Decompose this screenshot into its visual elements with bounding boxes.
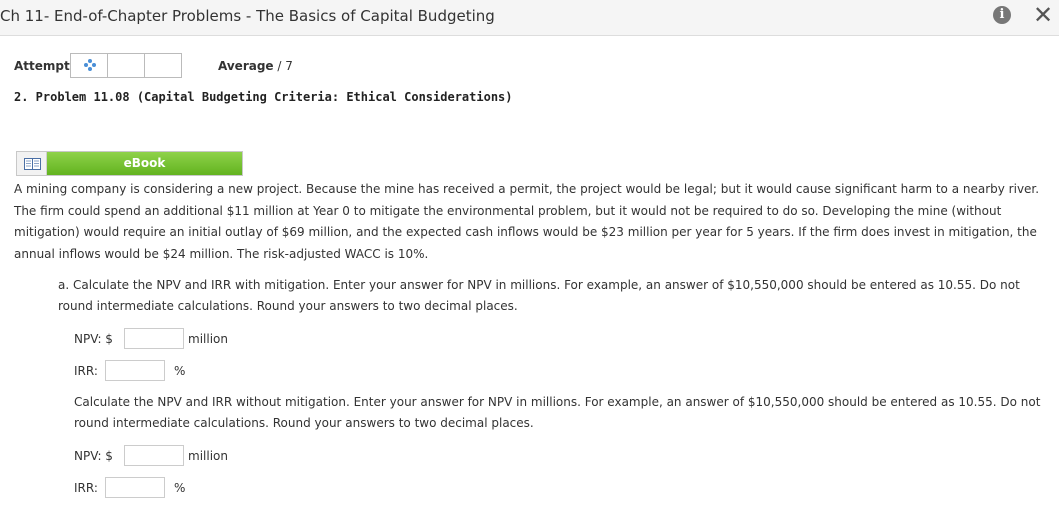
npv-with-mitigation-input[interactable] (124, 328, 184, 349)
npv-label: NPV: $ (74, 332, 113, 346)
irr-with-mitigation-input[interactable] (105, 360, 165, 381)
attempts-label: Attempts (14, 59, 77, 73)
part-b-irr-row: IRR: % (74, 477, 374, 499)
part-a-instructions: a. Calculate the NPV and IRR with mitiga… (58, 275, 1048, 317)
npv-label: NPV: $ (74, 449, 113, 463)
title-bar: Ch 11- End-of-Chapter Problems - The Bas… (0, 0, 1059, 36)
attempts-boxes (70, 53, 182, 78)
ebook-button[interactable]: eBook (16, 151, 243, 176)
assignment-title: Ch 11- End-of-Chapter Problems - The Bas… (0, 7, 495, 25)
part-a-irr-row: IRR: % (74, 360, 374, 382)
problem-title: 2. Problem 11.08 (Capital Budgeting Crit… (14, 90, 513, 104)
attempt-box-2 (107, 53, 145, 78)
npv-without-mitigation-input[interactable] (124, 445, 184, 466)
part-a-text: Calculate the NPV and IRR with mitigatio… (58, 278, 1020, 313)
part-b-instructions: Calculate the NPV and IRR without mitiga… (58, 392, 1048, 434)
attempt-box-1 (70, 53, 108, 78)
part-b-text: Calculate the NPV and IRR without mitiga… (74, 395, 1041, 430)
irr-unit: % (174, 364, 186, 378)
close-icon[interactable]: ✕ (1031, 2, 1055, 28)
ebook-icon-cell (17, 152, 47, 175)
npv-unit: million (188, 449, 228, 463)
info-icon[interactable]: i (993, 6, 1011, 24)
average-value: / 7 (277, 59, 293, 73)
irr-without-mitigation-input[interactable] (105, 477, 165, 498)
average-label: Average (218, 59, 274, 73)
irr-label: IRR: (74, 364, 98, 378)
npv-unit: million (188, 332, 228, 346)
ebook-label: eBook (47, 152, 242, 175)
loading-icon (84, 59, 96, 71)
attempt-box-3 (144, 53, 182, 78)
part-b-npv-row: NPV: $ million (74, 445, 374, 467)
book-icon (24, 158, 41, 170)
part-a-marker: a. (58, 278, 70, 292)
part-a-npv-row: NPV: $ million (74, 328, 374, 350)
irr-unit: % (174, 481, 186, 495)
irr-label: IRR: (74, 481, 98, 495)
average-score: Average / 7 (218, 59, 293, 73)
problem-description: A mining company is considering a new pr… (14, 182, 1040, 261)
